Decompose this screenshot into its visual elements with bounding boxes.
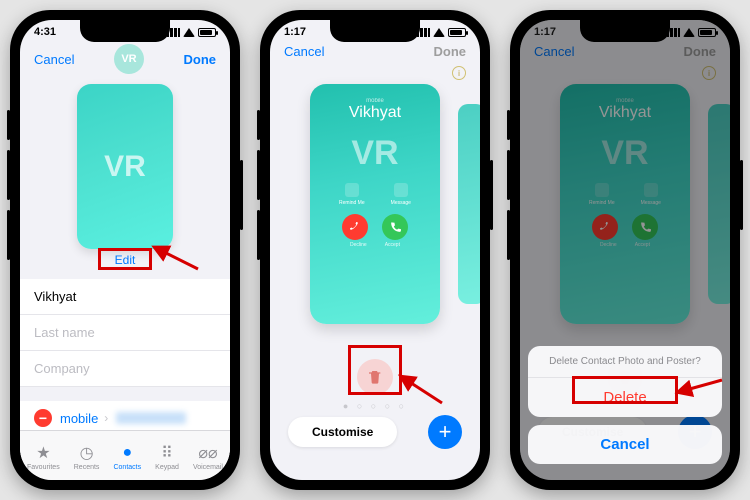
- tab-bar: ★Favourites ◷Recents ●Contacts ⠿Keypad ⌀…: [20, 430, 230, 480]
- phone-label[interactable]: mobile: [60, 411, 98, 426]
- poster-carousel[interactable]: mobile Vikhyat VR Remind Me Message Decl…: [270, 59, 480, 349]
- star-icon: ★: [34, 444, 52, 462]
- first-name-field[interactable]: Vikhyat: [20, 279, 230, 315]
- screen-delete-sheet: 1:17 Cancel Done i mobile Vikhyat VR Rem…: [520, 20, 730, 480]
- sheet-delete-button[interactable]: Delete: [528, 378, 722, 417]
- poster-name: Vikhyat: [310, 104, 440, 122]
- accept-button: [382, 214, 408, 240]
- company-field[interactable]: Company: [20, 351, 230, 387]
- phone-2: 1:17 Cancel Done i mobile Vikhyat VR Rem…: [260, 10, 490, 490]
- page-dots: ● ○ ○ ○ ○: [270, 399, 480, 415]
- remind-icon: [345, 183, 359, 197]
- customise-button[interactable]: Customise: [288, 417, 397, 447]
- phone-3: 1:17 Cancel Done i mobile Vikhyat VR Rem…: [510, 10, 740, 490]
- annotation-arrow-edit: [156, 245, 206, 280]
- clock-icon: ◷: [78, 444, 96, 462]
- poster-subtitle: mobile: [310, 98, 440, 104]
- tab-keypad[interactable]: ⠿Keypad: [155, 444, 179, 471]
- wifi-icon: [183, 28, 195, 37]
- poster-preview-area: VR: [20, 74, 230, 253]
- done-button[interactable]: Done: [434, 44, 467, 59]
- edit-button[interactable]: Edit: [101, 251, 150, 269]
- sheet-title: Delete Contact Photo and Poster?: [528, 346, 722, 378]
- done-button[interactable]: Done: [184, 52, 217, 67]
- person-icon: ●: [118, 444, 136, 462]
- navbar: Cancel VR Done: [20, 38, 230, 74]
- screen-edit-contact: 4:31 Cancel VR Done VR Edit Vikhyat Last…: [20, 20, 230, 480]
- cancel-button[interactable]: Cancel: [284, 44, 324, 59]
- name-fields: Vikhyat Last name Company: [20, 279, 230, 387]
- tab-contacts[interactable]: ●Contacts: [113, 444, 141, 471]
- decline-button: [342, 214, 368, 240]
- status-time: 1:17: [284, 26, 306, 38]
- sheet-cancel-button[interactable]: Cancel: [528, 425, 722, 464]
- contact-avatar[interactable]: VR: [114, 44, 144, 74]
- phone-1: 4:31 Cancel VR Done VR Edit Vikhyat Last…: [10, 10, 240, 490]
- poster-initials: VR: [104, 150, 146, 184]
- tab-recents[interactable]: ◷Recents: [74, 444, 100, 471]
- keypad-icon: ⠿: [158, 444, 176, 462]
- poster-card[interactable]: mobile Vikhyat VR Remind Me Message Decl…: [310, 84, 440, 324]
- add-poster-button[interactable]: +: [428, 415, 462, 449]
- poster-card-next[interactable]: [458, 104, 480, 304]
- contact-poster-preview[interactable]: VR: [77, 84, 173, 249]
- notch: [330, 20, 420, 42]
- phone-number-redacted: [116, 412, 186, 424]
- trash-icon: [367, 369, 383, 385]
- notch: [580, 20, 670, 42]
- cancel-button[interactable]: Cancel: [34, 52, 74, 67]
- screen-poster-picker: 1:17 Cancel Done i mobile Vikhyat VR Rem…: [270, 20, 480, 480]
- voicemail-icon: ⌀⌀: [199, 444, 217, 462]
- last-name-field[interactable]: Last name: [20, 315, 230, 351]
- status-time: 4:31: [34, 26, 56, 38]
- message-icon: [394, 183, 408, 197]
- tab-favourites[interactable]: ★Favourites: [27, 444, 60, 471]
- delete-poster-button[interactable]: [357, 359, 393, 395]
- action-sheet: Delete Contact Photo and Poster? Delete …: [528, 346, 722, 472]
- remove-phone-icon[interactable]: −: [34, 409, 52, 427]
- wifi-icon: [433, 28, 445, 37]
- edit-row: Edit: [20, 251, 230, 279]
- battery-icon: [448, 28, 466, 37]
- battery-icon: [198, 28, 216, 37]
- delete-poster-area: [270, 349, 480, 399]
- poster-footer: Customise +: [270, 415, 480, 463]
- notch: [80, 20, 170, 42]
- poster-initials: VR: [310, 134, 440, 173]
- tab-voicemail[interactable]: ⌀⌀Voicemail: [193, 444, 223, 471]
- chevron-icon: ›: [104, 411, 108, 425]
